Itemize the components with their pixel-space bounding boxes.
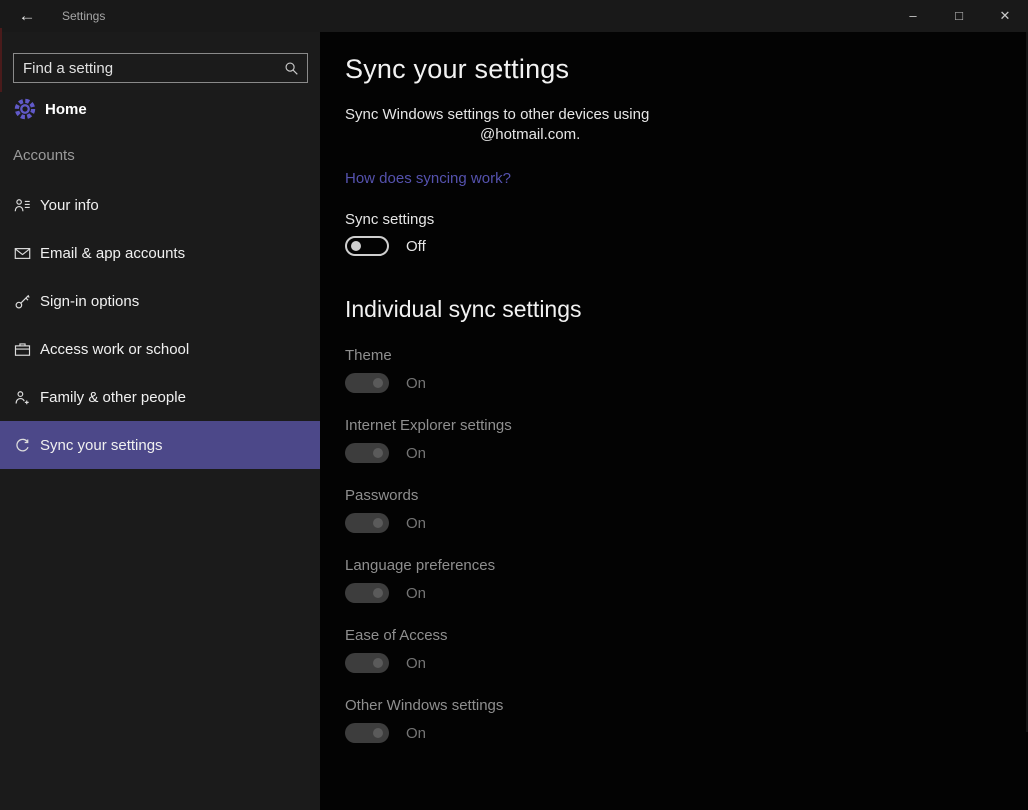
sync-row-toggle-line: On — [345, 373, 765, 393]
sync-row-toggle-line: On — [345, 513, 765, 533]
screen-edge-artifact — [0, 28, 2, 92]
close-button[interactable]: ✕ — [982, 0, 1028, 32]
sync-row-label: Language preferences — [345, 557, 765, 574]
sync-row-toggle-line: On — [345, 723, 765, 743]
sync-row-label: Theme — [345, 347, 765, 364]
sidebar-item-access-work-or-school[interactable]: Access work or school — [0, 325, 320, 373]
sync-settings-state: Off — [406, 238, 426, 255]
titlebar: ← Settings – □ ✕ — [0, 0, 1028, 32]
sync-description-line2: @hotmail.com. — [345, 125, 649, 145]
sync-row-internet-explorer-settings: Internet Explorer settings On — [345, 417, 765, 479]
sidebar-item-your-info[interactable]: Your info — [0, 181, 320, 229]
sidebar-item-label: Sign-in options — [40, 293, 139, 310]
email-icon — [14, 245, 31, 262]
sync-row-toggle — [345, 513, 389, 533]
main-content: Sync your settings Sync Windows settings… — [320, 32, 1028, 810]
maximize-icon: □ — [955, 8, 963, 23]
sidebar-item-label: Sync your settings — [40, 437, 163, 454]
your-info-icon — [14, 197, 31, 214]
toggle-knob — [373, 448, 383, 458]
sync-row-state: On — [406, 585, 426, 602]
close-icon: ✕ — [1000, 8, 1011, 23]
sync-row-state: On — [406, 375, 426, 392]
sidebar-item-sign-in-options[interactable]: Sign-in options — [0, 277, 320, 325]
sidebar-item-sync-your-settings[interactable]: Sync your settings — [0, 421, 320, 469]
sync-row-toggle — [345, 373, 389, 393]
sidebar-item-home[interactable]: Home — [0, 92, 320, 126]
search-input[interactable] — [14, 60, 275, 77]
sync-row-toggle — [345, 723, 389, 743]
sync-settings-toggle[interactable] — [345, 236, 389, 256]
toggle-knob — [373, 588, 383, 598]
toggle-knob — [373, 658, 383, 668]
how-syncing-works-link[interactable]: How does syncing work? — [345, 170, 511, 187]
sidebar-item-label: Email & app accounts — [40, 245, 185, 262]
sync-row-toggle-line: On — [345, 443, 765, 463]
maximize-button[interactable]: □ — [936, 0, 982, 32]
sync-row-state: On — [406, 515, 426, 532]
toggle-knob — [373, 378, 383, 388]
sync-row-state: On — [406, 655, 426, 672]
search-button[interactable] — [275, 54, 307, 82]
individual-sync-title: Individual sync settings — [345, 296, 582, 323]
sync-settings-label: Sync settings — [345, 211, 434, 228]
back-button[interactable]: ← — [8, 0, 46, 32]
sync-row-other-windows-settings: Other Windows settings On — [345, 697, 765, 759]
sync-row-toggle-line: On — [345, 653, 765, 673]
sidebar: Home Accounts Your info Email & app acco… — [0, 32, 320, 810]
sync-row-toggle — [345, 653, 389, 673]
sync-row-state: On — [406, 725, 426, 742]
sync-row-toggle-line: On — [345, 583, 765, 603]
settings-window: ← Settings – □ ✕ Home Accounts — [0, 0, 1028, 810]
work-school-icon — [14, 341, 31, 358]
toggle-knob — [351, 241, 361, 251]
sync-row-state: On — [406, 445, 426, 462]
sync-row-toggle — [345, 443, 389, 463]
sync-row-ease-of-access: Ease of Access On — [345, 627, 765, 689]
toggle-knob — [373, 518, 383, 528]
family-icon — [14, 389, 31, 406]
sidebar-item-label: Access work or school — [40, 341, 189, 358]
window-controls: – □ ✕ — [890, 0, 1028, 32]
back-arrow-icon: ← — [19, 6, 36, 25]
sync-icon — [14, 437, 31, 454]
signin-options-icon — [14, 293, 31, 310]
search-icon — [284, 61, 299, 76]
sync-description: Sync Windows settings to other devices u… — [345, 105, 649, 145]
sync-row-passwords: Passwords On — [345, 487, 765, 549]
sync-row-language-preferences: Language preferences On — [345, 557, 765, 619]
home-label: Home — [45, 101, 87, 118]
sidebar-item-label: Your info — [40, 197, 99, 214]
sidebar-item-family-other-people[interactable]: Family & other people — [0, 373, 320, 421]
minimize-button[interactable]: – — [890, 0, 936, 32]
sync-row-label: Internet Explorer settings — [345, 417, 765, 434]
page-title: Sync your settings — [345, 54, 569, 85]
sidebar-section-accounts: Accounts — [13, 147, 75, 164]
sync-description-line1: Sync Windows settings to other devices u… — [345, 105, 649, 125]
sync-row-label: Ease of Access — [345, 627, 765, 644]
sidebar-item-email-app-accounts[interactable]: Email & app accounts — [0, 229, 320, 277]
sync-row-theme: Theme On — [345, 347, 765, 409]
minimize-icon: – — [909, 8, 916, 23]
search-box — [13, 53, 308, 83]
toggle-knob — [373, 728, 383, 738]
window-title: Settings — [62, 0, 105, 32]
sync-row-label: Other Windows settings — [345, 697, 765, 714]
gear-icon — [12, 96, 38, 122]
sync-row-label: Passwords — [345, 487, 765, 504]
sidebar-item-label: Family & other people — [40, 389, 186, 406]
sync-row-toggle — [345, 583, 389, 603]
sync-settings-toggle-row: Off — [345, 236, 426, 256]
